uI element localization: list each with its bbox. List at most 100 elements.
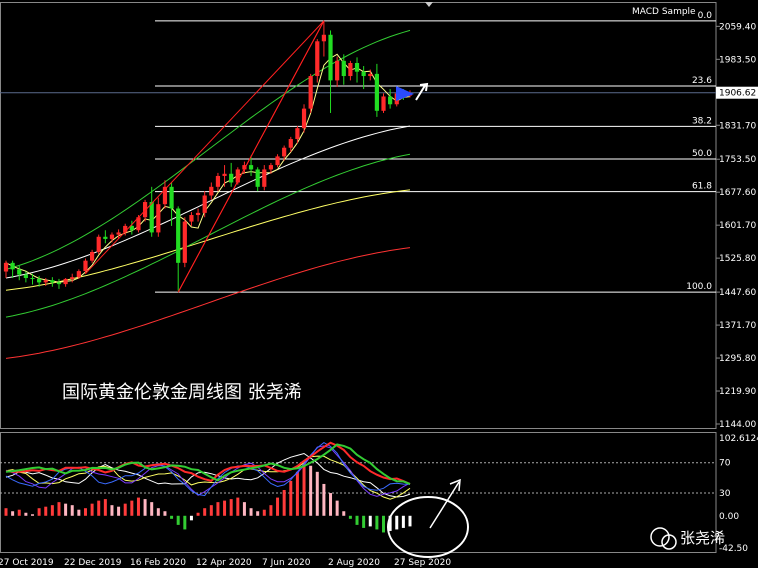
indicator-title: MACD Sample <box>632 7 696 17</box>
short-moving-average-line <box>5 53 411 283</box>
moving-average-line <box>5 247 411 359</box>
histogram-bar <box>362 515 366 528</box>
candle-body <box>335 60 340 81</box>
triangle-marker <box>396 86 414 101</box>
candle-body <box>354 63 360 72</box>
histogram-bar <box>136 497 140 516</box>
histogram-bar <box>329 493 333 516</box>
candle-body <box>308 76 313 109</box>
histogram-bar <box>335 500 339 516</box>
candle-body <box>103 236 108 239</box>
indicator-tick-label: 70 <box>719 459 731 469</box>
candle <box>222 165 227 187</box>
histogram-bar <box>17 509 21 516</box>
histogram-bar <box>156 508 160 516</box>
candle <box>328 30 333 113</box>
histogram-bar <box>70 505 74 516</box>
candle-body <box>156 204 161 233</box>
histogram-bar <box>282 490 286 516</box>
candle-body <box>70 277 75 279</box>
trend-line <box>85 20 325 293</box>
histogram-bar <box>382 515 386 533</box>
candle-body <box>268 165 274 170</box>
indicator-tick-label: 102.6124 <box>719 434 758 444</box>
candle-body <box>215 175 221 187</box>
candle-body <box>83 260 88 272</box>
candle <box>315 39 320 83</box>
histogram-bar <box>130 500 134 516</box>
candle <box>30 273 35 285</box>
candle-body <box>63 278 68 285</box>
candle-body <box>23 274 28 279</box>
price-tick-label: 1525.80 <box>719 254 756 264</box>
candle <box>50 277 55 287</box>
fib-level-label: 100.0 <box>686 282 712 292</box>
candle-body <box>275 156 280 166</box>
candle-body <box>388 96 393 105</box>
histogram-bar <box>209 505 213 516</box>
candle <box>202 191 207 218</box>
candle-body <box>189 215 194 222</box>
histogram-bar <box>368 515 372 527</box>
histogram-bar <box>322 483 326 516</box>
fib-level-label: 50.0 <box>692 149 712 159</box>
current-price-label: 1906.62 <box>719 89 756 99</box>
histogram-bar <box>315 471 319 516</box>
histogram-bar <box>276 497 280 516</box>
candle <box>262 165 267 191</box>
main-price-pane: 2059.401983.501907.601831.701753.501677.… <box>0 2 758 430</box>
candle-body <box>30 278 35 280</box>
candle-body <box>195 212 201 216</box>
price-tick-label: 1983.50 <box>719 55 756 65</box>
candle <box>149 186 154 237</box>
candle-body <box>229 173 234 183</box>
candle-body <box>17 269 22 275</box>
candle-body <box>328 34 333 81</box>
histogram-bar <box>216 502 220 516</box>
candle <box>162 180 168 209</box>
x-tick-label: 27 Sep 2020 <box>394 558 451 568</box>
histogram-bar <box>256 511 260 516</box>
candle <box>348 60 353 81</box>
histogram-bar <box>97 500 101 516</box>
histogram-bar <box>163 511 167 516</box>
candle <box>169 182 174 226</box>
candle-body <box>109 234 115 239</box>
histogram-bar <box>90 503 94 516</box>
candle <box>341 54 346 85</box>
candle-body <box>89 251 95 261</box>
candle <box>10 260 15 279</box>
histogram-bar <box>348 515 352 519</box>
candle <box>381 93 386 113</box>
histogram-bar <box>11 511 15 516</box>
histogram-bar <box>236 497 240 516</box>
candle <box>354 57 360 83</box>
candle-body <box>176 208 181 263</box>
price-tick-label: 1219.90 <box>719 387 756 397</box>
candle-body <box>282 147 287 157</box>
candle <box>176 206 181 291</box>
candle-body <box>295 128 300 140</box>
x-tick-label: 16 Feb 2020 <box>130 558 186 568</box>
histogram-bar <box>269 505 273 516</box>
watermark: 张尧浠 <box>680 529 725 547</box>
histogram-bar <box>24 512 28 516</box>
chart: 2059.401983.501907.601831.701753.501677.… <box>0 2 758 568</box>
candle <box>195 208 201 222</box>
candle <box>89 249 95 263</box>
candle-body <box>361 71 366 77</box>
candle-body <box>50 280 55 283</box>
candle-body <box>315 41 320 77</box>
histogram-bar <box>401 515 405 528</box>
candle-body <box>43 280 48 283</box>
x-tick-label: 7 Jun 2020 <box>262 558 311 568</box>
moving-average-line <box>5 189 411 291</box>
histogram-bar <box>37 508 41 516</box>
indicator-pane: 102.612470300.00-42.50 <box>0 432 758 558</box>
histogram-bar <box>143 499 147 516</box>
histogram-bar <box>117 506 121 516</box>
candle-body <box>288 139 293 148</box>
histogram-bar <box>44 506 48 516</box>
candle <box>275 154 280 168</box>
histogram-bar <box>196 512 200 516</box>
